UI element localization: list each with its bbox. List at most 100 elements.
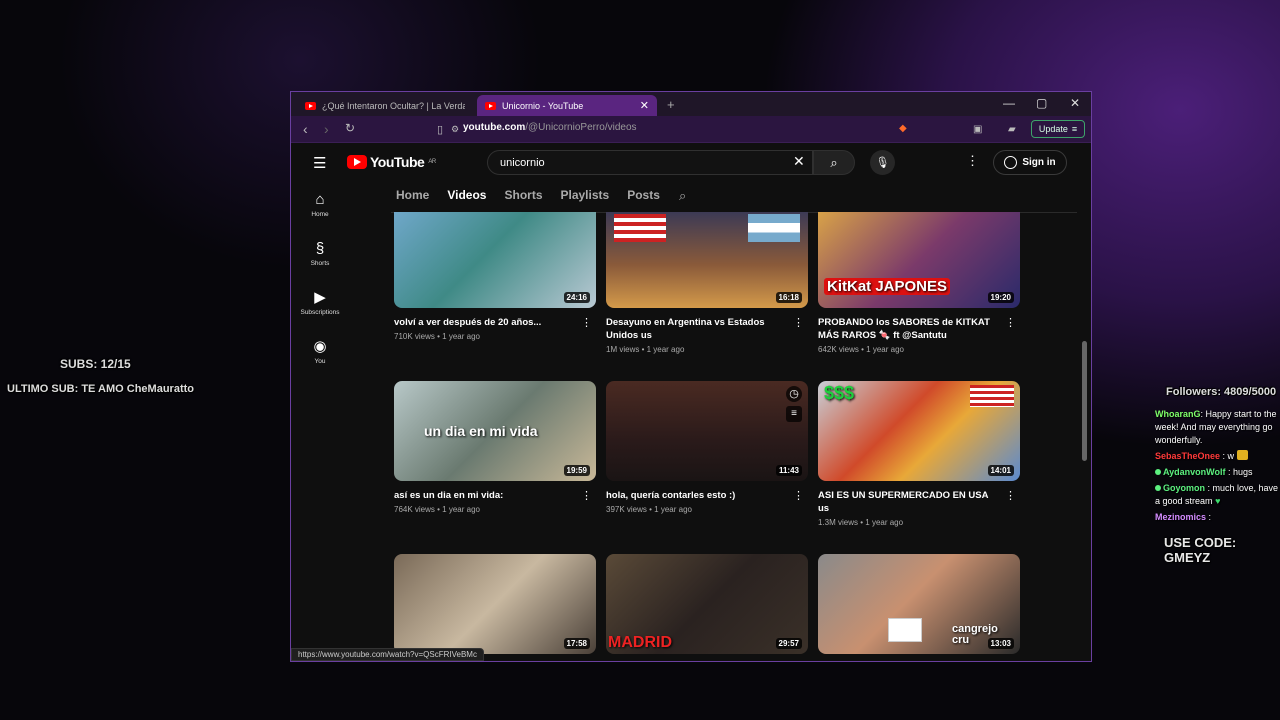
video-thumbnail[interactable]: KitKat JAPONES 19:20	[818, 212, 1020, 308]
watch-later-icon[interactable]: ◷	[786, 386, 802, 402]
stream-chat: WhoaranG: Happy start to the week! And m…	[1155, 408, 1279, 527]
video-thumbnail[interactable]: 16:18	[606, 212, 808, 308]
video-thumbnail[interactable]: $$$ 14:01	[818, 381, 1020, 481]
video-meta: 1M views • 1 year ago	[606, 345, 685, 354]
you-icon: ◉	[313, 337, 327, 355]
chat-message: AydanvonWolf : hugs	[1155, 466, 1279, 479]
browser-tab-active[interactable]: Unicornio - YouTube ✕	[477, 95, 657, 116]
followers-goal-overlay: Followers: 4809/5000	[1166, 386, 1277, 398]
channel-search-icon[interactable]: ⌕	[679, 188, 686, 204]
hamburger-menu-icon[interactable]: ☰	[313, 154, 326, 172]
video-card[interactable]: 16:18 Desayuno en Argentina vs Estados U…	[606, 212, 808, 354]
country-code: AR	[428, 159, 436, 165]
reload-icon[interactable]: ↻	[345, 121, 355, 135]
search-button[interactable]: ⌕	[813, 150, 855, 175]
maximize-icon[interactable]: ▢	[1036, 96, 1047, 110]
chat-text: : hugs	[1228, 467, 1253, 477]
more-actions-icon[interactable]: ⋮	[793, 316, 804, 329]
chat-text: :	[1208, 512, 1212, 522]
video-card[interactable]: KitKat JAPONES 19:20 PROBANDO los SABORE…	[818, 212, 1020, 354]
sidebar-item-home[interactable]: ⌂ Home	[291, 180, 349, 229]
close-tab-icon[interactable]: ✕	[640, 99, 649, 112]
upload-age: 1 year ago	[646, 345, 685, 354]
chat-user: Goyomon	[1163, 483, 1205, 493]
video-thumbnail[interactable]: 17:58	[394, 554, 596, 654]
view-count: 397K views	[606, 505, 647, 514]
bookmark-icon[interactable]: ▯	[437, 123, 443, 136]
more-actions-icon[interactable]: ⋮	[793, 489, 804, 502]
chat-user: Mezinomics	[1155, 512, 1207, 522]
tab-title: ¿Qué Intentaron Ocultar? | La Verdad	[322, 100, 465, 111]
home-icon: ⌂	[315, 190, 325, 208]
video-title[interactable]: así es un dia en mi vida:	[394, 489, 570, 502]
channel-tabs: Home Videos Shorts Playlists Posts	[396, 188, 678, 202]
video-card[interactable]: 24:16 volví a ver después de 20 años... …	[394, 212, 596, 341]
sign-in-label: Sign in	[1022, 157, 1056, 168]
new-tab-icon[interactable]: +	[667, 97, 675, 112]
more-actions-icon[interactable]: ⋮	[581, 489, 592, 502]
video-title[interactable]: Desayuno en Argentina vs Estados Unidos …	[606, 316, 782, 342]
tab-title: Unicornio - YouTube	[502, 100, 584, 111]
status-bar-url: https://www.youtube.com/watch?v=QScFRIVe…	[291, 648, 484, 661]
tab-shorts[interactable]: Shorts	[504, 188, 542, 202]
upload-age: 1 year ago	[866, 345, 904, 354]
brave-shield-icon[interactable]: ◆	[899, 123, 907, 134]
last-sub-overlay: ULTIMO SUB: TE AMO CheMauratto	[7, 383, 194, 395]
search-input[interactable]: unicornio	[487, 150, 813, 175]
video-thumbnail[interactable]: un dia en mi vida 19:59	[394, 381, 596, 481]
video-thumbnail[interactable]: cangrejo cru 13:03	[818, 554, 1020, 654]
add-to-queue-icon[interactable]: ≡	[786, 406, 802, 422]
video-meta: 710K views • 1 year ago	[394, 332, 480, 341]
youtube-logo[interactable]: YouTube AR	[347, 154, 436, 170]
sidebar-label: You	[314, 357, 326, 365]
video-title[interactable]: volví a ver después de 20 años...	[394, 316, 570, 329]
clear-search-icon[interactable]: ✕	[793, 153, 805, 170]
sidebar-item-shorts[interactable]: § Shorts	[291, 229, 349, 278]
duration-badge: 19:59	[563, 465, 590, 476]
video-card[interactable]: cangrejo cru 13:03	[818, 554, 1020, 654]
video-card[interactable]: MADRID 29:57	[606, 554, 808, 654]
url-field[interactable]: youtube.com/@UnicornioPerro/videos	[463, 122, 637, 133]
update-button[interactable]: Update ≡	[1031, 120, 1085, 138]
chat-message: Goyomon : much love, have a good stream …	[1155, 482, 1279, 508]
wallet-icon[interactable]: ▰	[1008, 124, 1016, 135]
voice-search-button[interactable]: 🎙	[870, 150, 895, 175]
sidebar-item-subscriptions[interactable]: ▶ Subscriptions	[291, 278, 349, 327]
usa-flag-icon	[970, 385, 1014, 407]
video-card[interactable]: un dia en mi vida 19:59 así es un dia en…	[394, 381, 596, 514]
upload-age: 1 year ago	[442, 332, 480, 341]
video-thumbnail[interactable]: ◷ ≡ 11:43	[606, 381, 808, 481]
video-thumbnail[interactable]: MADRID 29:57	[606, 554, 808, 654]
tab-videos[interactable]: Videos	[447, 188, 486, 202]
video-card[interactable]: $$$ 14:01 ASI ES UN SUPERMERCADO EN USA …	[818, 381, 1020, 527]
back-icon[interactable]: ‹	[303, 121, 308, 137]
korea-flag-icon	[888, 618, 922, 642]
video-title[interactable]: hola, quería contarles esto :)	[606, 489, 782, 502]
sign-in-button[interactable]: Sign in	[993, 150, 1067, 175]
forward-icon[interactable]: ›	[324, 121, 329, 137]
video-title[interactable]: PROBANDO los SABORES de KITKAT MÁS RAROS…	[818, 316, 994, 342]
sidebar-item-you[interactable]: ◉ You	[291, 327, 349, 376]
duration-badge: 13:03	[987, 638, 1014, 649]
screenshot-icon[interactable]: ▣	[973, 124, 982, 135]
view-count: 764K views	[394, 505, 435, 514]
more-actions-icon[interactable]: ⋮	[1005, 316, 1016, 329]
duration-badge: 19:20	[987, 292, 1014, 303]
tab-playlists[interactable]: Playlists	[561, 188, 610, 202]
minimize-icon[interactable]: —	[1003, 96, 1015, 110]
more-actions-icon[interactable]: ⋮	[1005, 489, 1016, 502]
video-title[interactable]: ASI ES UN SUPERMERCADO EN USA us	[818, 489, 994, 515]
settings-more-icon[interactable]: ⋮	[966, 153, 979, 169]
video-card[interactable]: 17:58	[394, 554, 596, 654]
video-card[interactable]: ◷ ≡ 11:43 hola, quería contarles esto :)…	[606, 381, 808, 514]
site-settings-icon[interactable]: ⚙	[451, 124, 459, 135]
tab-strip: ¿Qué Intentaron Ocultar? | La Verdad Uni…	[291, 92, 1091, 116]
more-actions-icon[interactable]: ⋮	[581, 316, 592, 329]
close-window-icon[interactable]: ✕	[1070, 96, 1080, 110]
video-thumbnail[interactable]: 24:16	[394, 212, 596, 308]
upload-age: 1 year ago	[442, 505, 480, 514]
tab-posts[interactable]: Posts	[627, 188, 660, 202]
tab-home[interactable]: Home	[396, 188, 429, 202]
scrollbar-thumb[interactable]	[1082, 341, 1087, 461]
browser-tab[interactable]: ¿Qué Intentaron Ocultar? | La Verdad	[297, 95, 473, 116]
